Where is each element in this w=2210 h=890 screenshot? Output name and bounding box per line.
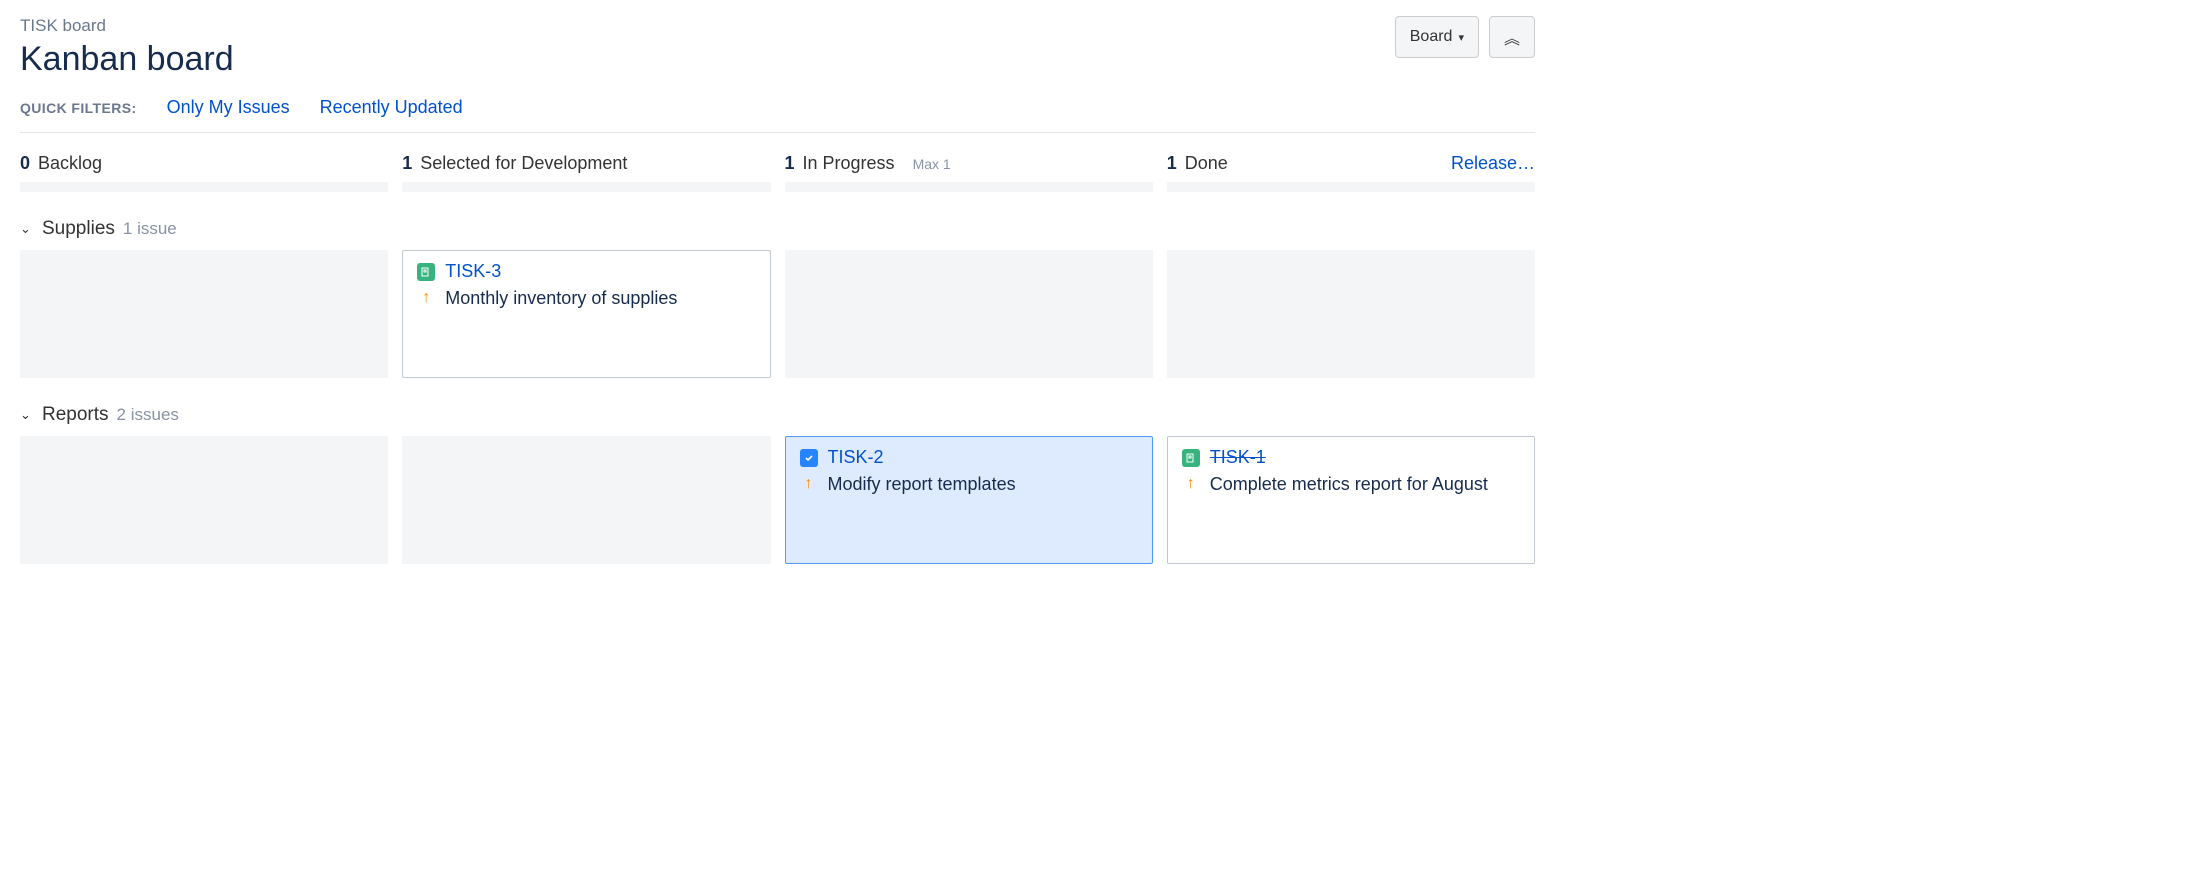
card-key-row: TISK-1 <box>1182 447 1520 468</box>
cell-selected[interactable]: TISK-3 ↑ Monthly inventory of supplies <box>402 250 770 378</box>
swimlane-title: Reports <box>42 404 109 426</box>
page-title: Kanban board <box>20 40 1535 79</box>
column-headers: 0 Backlog 1 Selected for Development 1 I… <box>20 133 1535 182</box>
column-count: 1 <box>402 153 412 174</box>
issue-card-tisk2[interactable]: TISK-2 ↑ Modify report templates <box>785 436 1153 564</box>
card-summary: Modify report templates <box>828 472 1016 496</box>
column-spacer-seg <box>20 182 388 192</box>
quick-filter-recently-updated[interactable]: Recently Updated <box>320 97 463 118</box>
chevron-down-icon: ⌄ <box>20 407 34 423</box>
swimlane-count: 1 issue <box>123 219 177 239</box>
card-issue-key[interactable]: TISK-2 <box>828 447 884 468</box>
swimlane-count: 2 issues <box>117 405 179 425</box>
swimlane-row-supplies: TISK-3 ↑ Monthly inventory of supplies <box>20 250 1535 378</box>
cell-done[interactable] <box>1167 250 1535 378</box>
quick-filters: QUICK FILTERS: Only My Issues Recently U… <box>20 97 1535 118</box>
column-header-backlog: 0 Backlog <box>20 153 388 174</box>
cell-inprogress[interactable] <box>785 250 1153 378</box>
priority-medium-icon: ↑ <box>417 289 435 307</box>
column-count: 1 <box>1167 153 1177 174</box>
card-body: ↑ Modify report templates <box>800 472 1138 496</box>
double-chevron-up-icon: ︽ <box>1504 25 1520 49</box>
column-name: Backlog <box>38 153 102 174</box>
cell-done[interactable]: TISK-1 ↑ Complete metrics report for Aug… <box>1167 436 1535 564</box>
column-spacer-seg <box>1167 182 1535 192</box>
card-key-row: TISK-3 <box>417 261 755 282</box>
priority-medium-icon: ↑ <box>1182 475 1200 493</box>
swimlane-header-reports[interactable]: ⌄ Reports 2 issues <box>20 400 1535 436</box>
priority-medium-icon: ↑ <box>800 475 818 493</box>
cell-backlog[interactable] <box>20 436 388 564</box>
column-spacer-seg <box>402 182 770 192</box>
swimlane-header-supplies[interactable]: ⌄ Supplies 1 issue <box>20 214 1535 250</box>
cell-selected[interactable] <box>402 436 770 564</box>
card-issue-key[interactable]: TISK-1 <box>1210 447 1266 468</box>
cell-inprogress[interactable]: TISK-2 ↑ Modify report templates <box>785 436 1153 564</box>
quick-filters-label: QUICK FILTERS: <box>20 100 137 116</box>
column-header-done: 1 Done Release… <box>1167 153 1535 174</box>
column-count: 0 <box>20 153 30 174</box>
column-name: Selected for Development <box>420 153 627 174</box>
column-header-inprogress: 1 In Progress Max 1 <box>785 153 1153 174</box>
header-actions: Board ▾ ︽ <box>1395 16 1535 58</box>
issue-card-tisk1[interactable]: TISK-1 ↑ Complete metrics report for Aug… <box>1167 436 1535 564</box>
card-issue-key[interactable]: TISK-3 <box>445 261 501 282</box>
collapse-panel-button[interactable]: ︽ <box>1489 16 1535 58</box>
issue-card-tisk3[interactable]: TISK-3 ↑ Monthly inventory of supplies <box>402 250 770 378</box>
story-issuetype-icon <box>1182 449 1200 467</box>
column-spacer <box>20 182 1535 192</box>
board-menu-button[interactable]: Board ▾ <box>1395 16 1479 58</box>
column-spacer-seg <box>785 182 1153 192</box>
card-body: ↑ Complete metrics report for August <box>1182 472 1520 496</box>
swimlane-title: Supplies <box>42 218 115 240</box>
task-issuetype-icon <box>800 449 818 467</box>
release-link[interactable]: Release… <box>1451 153 1535 174</box>
card-key-row: TISK-2 <box>800 447 1138 468</box>
column-name: Done <box>1185 153 1228 174</box>
column-count: 1 <box>785 153 795 174</box>
chevron-down-icon: ⌄ <box>20 221 34 237</box>
card-summary: Monthly inventory of supplies <box>445 286 677 310</box>
story-issuetype-icon <box>417 263 435 281</box>
breadcrumb[interactable]: TISK board <box>20 16 1535 36</box>
column-name: In Progress <box>803 153 895 174</box>
board-header: TISK board Board ▾ ︽ Kanban board QUICK … <box>20 0 1535 133</box>
quick-filter-only-my-issues[interactable]: Only My Issues <box>167 97 290 118</box>
board-menu-label: Board <box>1410 28 1453 46</box>
column-constraint: Max 1 <box>913 156 951 172</box>
cell-backlog[interactable] <box>20 250 388 378</box>
card-summary: Complete metrics report for August <box>1210 472 1488 496</box>
caret-down-icon: ▾ <box>1458 31 1464 44</box>
column-header-selected: 1 Selected for Development <box>402 153 770 174</box>
swimlane-row-reports: TISK-2 ↑ Modify report templates TISK-1 … <box>20 436 1535 564</box>
card-body: ↑ Monthly inventory of supplies <box>417 286 755 310</box>
